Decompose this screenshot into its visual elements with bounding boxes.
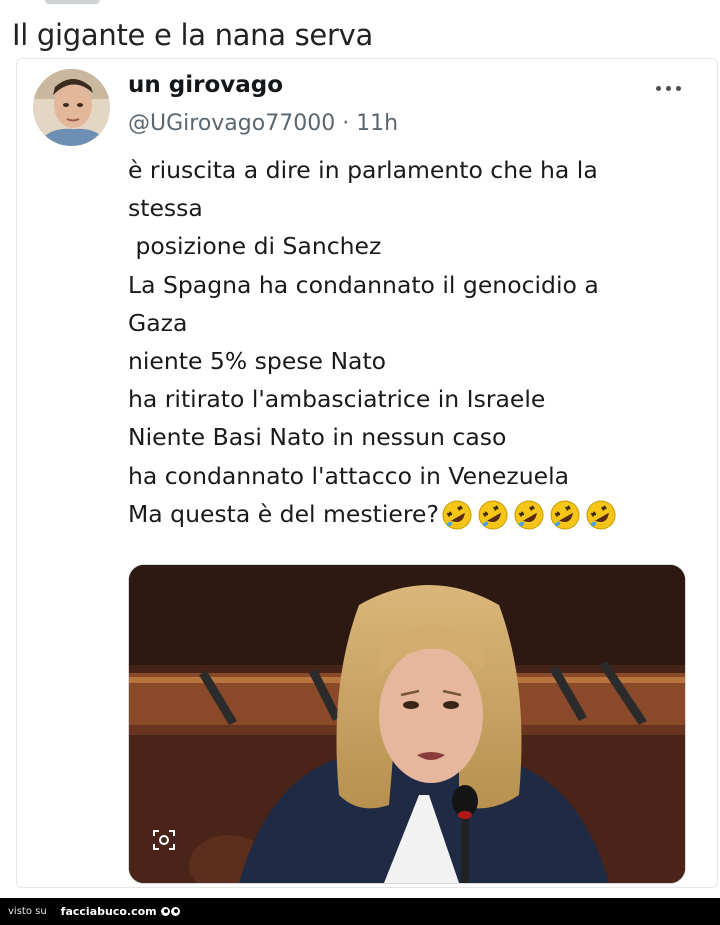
rolling-on-floor-laughing-emoji	[442, 500, 472, 530]
footer-visto-su: visto su	[8, 906, 47, 917]
tweet-line: Gaza	[128, 308, 188, 337]
tweet-line: ha ritirato l'ambasciatrice in Israele	[128, 385, 546, 414]
tweet-line: posizione di Sanchez	[128, 232, 382, 261]
avatar[interactable]	[33, 69, 110, 146]
alt-text-icon[interactable]	[151, 827, 177, 853]
parliament-photo	[129, 565, 685, 883]
tweet-line: La Spagna ha condannato il genocidio a	[128, 270, 599, 299]
tweet-line: è riuscita a dire in parlamento che ha l…	[128, 156, 598, 184]
previous-avatar-edge	[45, 0, 100, 4]
avatar-photo	[33, 69, 110, 146]
tweet-line: stessa	[128, 194, 203, 223]
page-title: Il gigante e la nana serva	[12, 18, 373, 52]
more-horizontal-icon[interactable]	[648, 80, 688, 96]
tweet-line: niente 5% spese Nato	[128, 347, 387, 376]
tweet-time[interactable]: 11h	[356, 111, 398, 136]
tweet-last-line: Ma questa è del mestiere?	[128, 495, 688, 533]
author-handle[interactable]: @UGirovago77000	[128, 111, 335, 136]
emoji-row	[441, 499, 617, 531]
footer-brand[interactable]: facciabuco.com	[61, 905, 157, 918]
tweet-line-text: Ma questa è del mestiere?	[128, 499, 439, 528]
watermark-footer: visto su facciabuco.com	[0, 898, 720, 925]
tweet-meta: @UGirovago77000 · 11h	[128, 111, 398, 136]
rolling-on-floor-laughing-emoji	[478, 500, 508, 530]
eyes-logo-icon	[160, 907, 180, 916]
tweet-text: è riuscita a dire in parlamento che ha l…	[128, 151, 688, 533]
tweet-line: ha condannato l'attacco in Venezuela	[128, 461, 570, 490]
tweet-line: Niente Basi Nato in nessun caso	[128, 423, 507, 452]
meta-separator: ·	[335, 111, 357, 136]
tweet-media-photo[interactable]	[128, 564, 686, 884]
author-name[interactable]: un girovago	[128, 72, 283, 98]
rolling-on-floor-laughing-emoji	[514, 500, 544, 530]
rolling-on-floor-laughing-emoji	[550, 500, 580, 530]
rolling-on-floor-laughing-emoji	[586, 500, 616, 530]
